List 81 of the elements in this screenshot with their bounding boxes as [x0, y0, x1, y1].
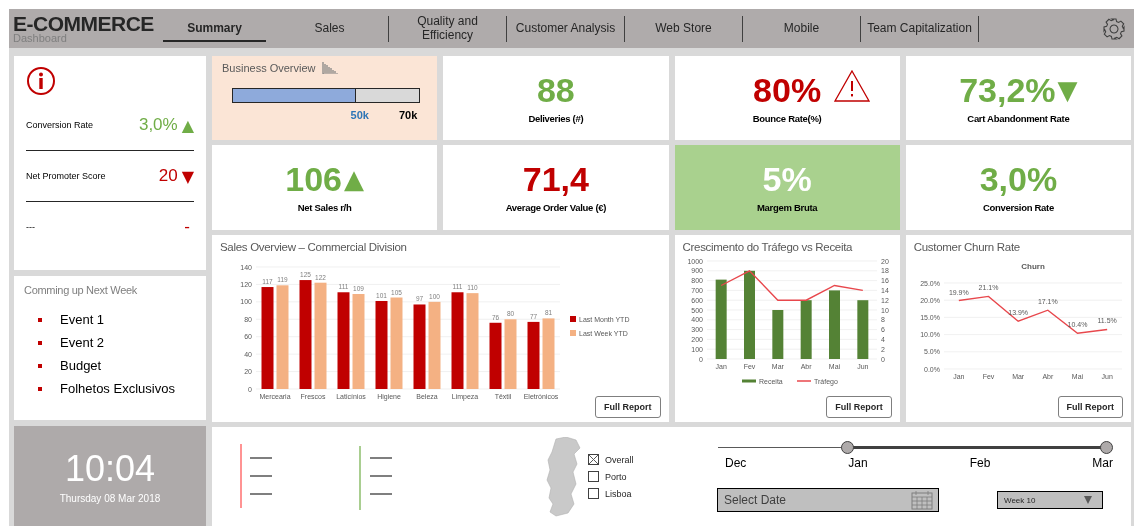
nav-tab[interactable]: Web Store — [625, 15, 743, 42]
bar — [856, 300, 868, 359]
nav-tab[interactable]: Customer Analysis — [507, 15, 625, 42]
settings-icon[interactable] — [1102, 16, 1126, 41]
kpi-value: 73,2% — [959, 72, 1056, 107]
nav-tab[interactable]: Team Capitalization — [861, 15, 979, 42]
metric-label: Net Promoter Score — [26, 171, 107, 181]
bullet-icon — [38, 386, 42, 391]
clock-time: 10:04 — [64, 448, 156, 490]
logo-title: E-COMMERCE — [13, 13, 155, 34]
event-item: Budget — [60, 358, 102, 373]
target-value: 70k — [398, 109, 418, 121]
slider-label: Jan — [848, 456, 868, 470]
card-title: Sales Overview – Commercial Division — [220, 241, 408, 253]
region-checkbox[interactable]: Overall — [588, 454, 634, 465]
bar — [504, 319, 517, 389]
kpi-label: Deliveries (#) — [528, 112, 584, 124]
event-item: Event 2 — [60, 335, 105, 350]
nav-tab[interactable]: Quality and Efficiency — [389, 15, 507, 42]
checkbox-icon[interactable] — [588, 488, 599, 499]
info-icon — [26, 66, 56, 96]
kpi-value: 106 — [285, 162, 342, 196]
kpi-value: 80% — [753, 72, 822, 107]
week-dropdown[interactable]: Week 10 — [997, 491, 1103, 509]
clock-date: Thursday 08 Mar 2018 — [59, 493, 161, 504]
kpi-value: 88 — [536, 72, 575, 107]
region-checkbox[interactable]: Porto — [588, 471, 634, 482]
metric-label: --- — [26, 222, 36, 232]
slider-label: Dec — [725, 456, 747, 470]
card-title: Customer Churn Rate — [913, 241, 1021, 253]
kpi-label: Conversion Rate — [982, 202, 1054, 213]
bar — [527, 321, 540, 389]
kpi-label: Margem Bruta — [757, 202, 818, 213]
caret-icon — [1084, 496, 1092, 504]
nav-tab[interactable]: Summary — [163, 15, 267, 42]
bar-chart-icon — [321, 62, 338, 74]
bar — [828, 290, 840, 359]
bullet-icon — [38, 340, 42, 345]
slider-thumb[interactable] — [1099, 441, 1113, 454]
bar — [489, 322, 502, 389]
bullet-icon — [38, 317, 42, 322]
bar — [800, 300, 812, 359]
bar — [542, 318, 555, 389]
kpi-label: Average Order Value (€) — [505, 202, 607, 213]
full-report-button[interactable]: Full Report — [1057, 396, 1123, 418]
checkbox-icon[interactable] — [588, 471, 599, 482]
date-field[interactable]: Select Date — [724, 493, 911, 507]
kpi-value: 5% — [762, 162, 812, 196]
warning-icon — [833, 70, 870, 102]
nav-tab[interactable]: Sales — [271, 15, 389, 42]
trend-arrow: ▲ — [344, 166, 364, 192]
card-title: Crescimento do Tráfego vs Receita — [682, 241, 854, 253]
nav-tab[interactable]: Mobile — [743, 15, 861, 42]
metric-label: Conversion Rate — [26, 120, 95, 130]
slider-label: Mar — [1092, 456, 1113, 470]
slider-thumb[interactable] — [840, 441, 854, 454]
full-report-button[interactable]: Full Report — [595, 396, 661, 418]
full-report-button[interactable]: Full Report — [826, 396, 892, 418]
bullet-icon — [38, 363, 42, 368]
metric-value: 3,0% — [138, 115, 178, 135]
trend-arrow: ▼ — [181, 166, 194, 186]
date-picker[interactable]: Select Date — [717, 488, 939, 512]
event-item: Folhetos Exclusivos — [60, 381, 175, 396]
trend-arrow: ▲ — [181, 115, 194, 135]
kpi-label: Cart Abandonment Rate — [967, 112, 1070, 124]
kpi-label: Net Sales r/h — [297, 202, 352, 213]
card-title: Comming up Next Week — [24, 284, 138, 296]
legend-label: Churn — [1020, 262, 1045, 271]
checkbox-icon[interactable] — [588, 454, 599, 465]
kpi-value: 3,0% — [979, 162, 1058, 196]
metric-value: 20 — [158, 166, 178, 186]
kpi-value: 71,4 — [522, 162, 589, 196]
current-value: 50k — [350, 109, 369, 121]
slider-label: Feb — [969, 456, 991, 470]
metric-value: - — [184, 217, 190, 237]
trend-arrow: ▼ — [1057, 76, 1078, 103]
region-checkbox[interactable]: Lisboa — [588, 488, 634, 499]
kpi-label: Bounce Rate(%) — [752, 112, 822, 124]
card-title: Business Overview — [222, 62, 316, 74]
bar — [771, 310, 783, 359]
event-item: Event 1 — [60, 312, 105, 327]
